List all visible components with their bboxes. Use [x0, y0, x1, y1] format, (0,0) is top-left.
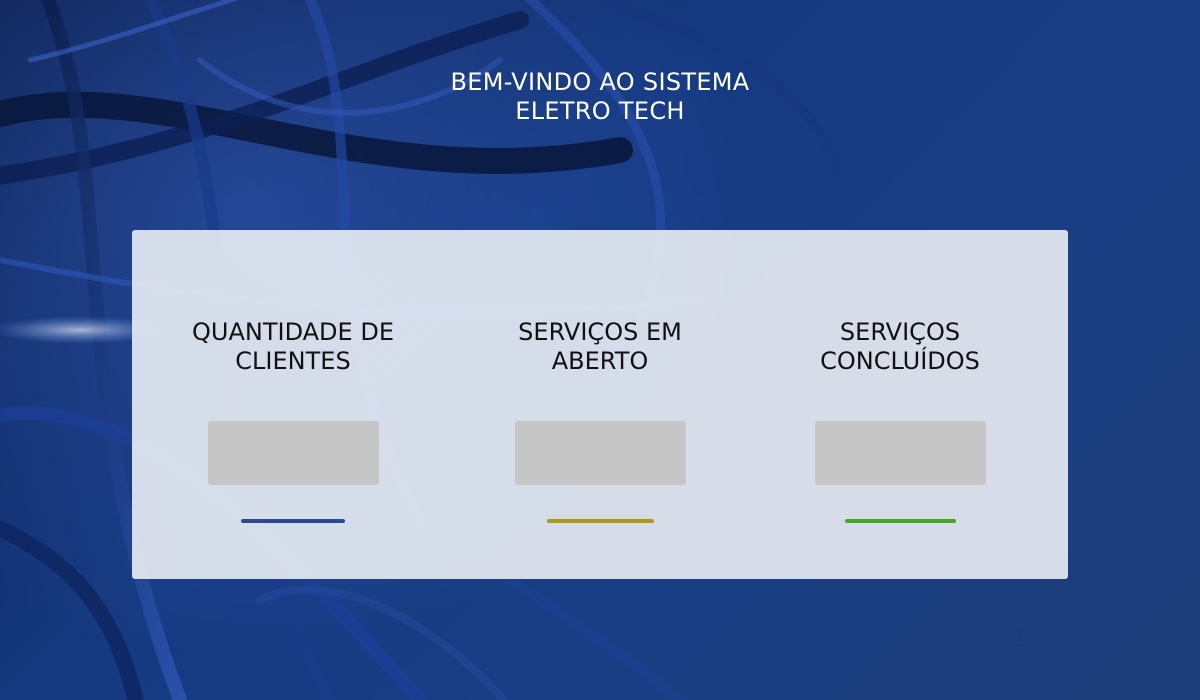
welcome-title-line1: BEM-VINDO AO SISTEMA	[450, 68, 750, 96]
clients-count-card: QUANTIDADE DE CLIENTES	[143, 318, 443, 523]
card-title: QUANTIDADE DE CLIENTES	[143, 318, 443, 380]
open-services-card: SERVIÇOS EM ABERTO	[450, 318, 750, 523]
card-title-line1: QUANTIDADE DE	[192, 318, 394, 346]
card-title-line1: SERVIÇOS EM	[518, 318, 682, 346]
welcome-header: BEM-VINDO AO SISTEMA ELETRO TECH	[0, 68, 1200, 126]
stats-panel: QUANTIDADE DE CLIENTES SERVIÇOS EM ABERT…	[132, 230, 1068, 579]
card-title: SERVIÇOS EM ABERTO	[450, 318, 750, 380]
card-title-line1: SERVIÇOS	[839, 318, 961, 346]
clients-count-value	[207, 421, 379, 485]
completed-services-value	[814, 421, 986, 485]
card-title-line2: CONCLUÍDOS	[820, 347, 980, 375]
card-title-line2: CLIENTES	[235, 347, 351, 375]
open-services-value	[514, 421, 686, 485]
card-title-line2: ABERTO	[551, 347, 649, 375]
clients-accent-line	[241, 519, 345, 523]
card-title: SERVIÇOS CONCLUÍDOS	[750, 318, 1050, 380]
completed-services-accent-line	[844, 519, 956, 523]
completed-services-card: SERVIÇOS CONCLUÍDOS	[750, 318, 1050, 523]
open-services-accent-line	[546, 519, 654, 523]
welcome-title-line2: ELETRO TECH	[515, 97, 685, 125]
